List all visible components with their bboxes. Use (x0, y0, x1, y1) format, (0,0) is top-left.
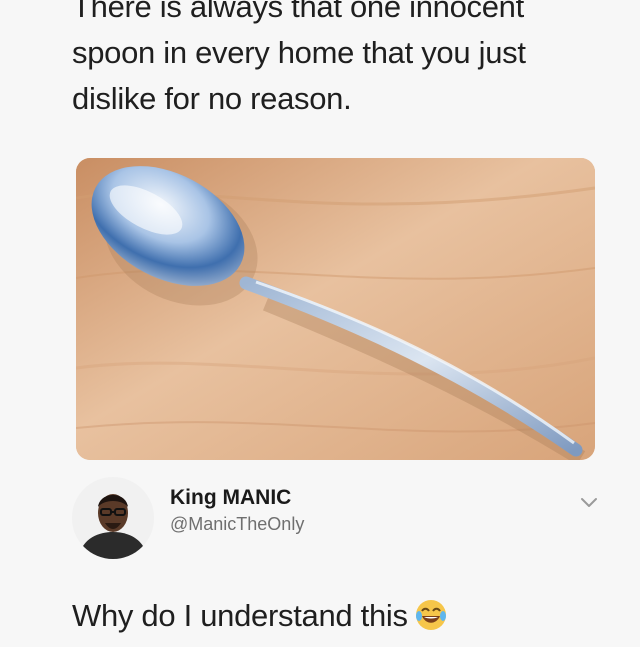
tweet-text-line: dislike for no reason. (72, 81, 352, 116)
tweet-text-line: spoon in every home that you just (72, 35, 526, 70)
tweet-text: There is always that one innocent spoon … (72, 0, 612, 122)
avatar[interactable] (72, 477, 154, 559)
reply-header: King MANIC @ManicTheOnly (72, 472, 612, 562)
tweet-text-line: There is always that one innocent (72, 0, 524, 24)
spoon-image (76, 158, 595, 460)
author-handle[interactable]: @ManicTheOnly (170, 514, 304, 535)
author-name[interactable]: King MANIC (170, 486, 291, 510)
chevron-down-icon[interactable] (577, 490, 601, 514)
spoon-photo[interactable] (76, 158, 595, 460)
meme-post: There is always that one innocent spoon … (0, 0, 640, 647)
face-with-tears-of-joy-icon (415, 600, 446, 630)
reply-text: Why do I understand this (72, 598, 408, 633)
avatar-image (72, 477, 154, 559)
reply-text-row: Why do I understand this (72, 598, 448, 634)
